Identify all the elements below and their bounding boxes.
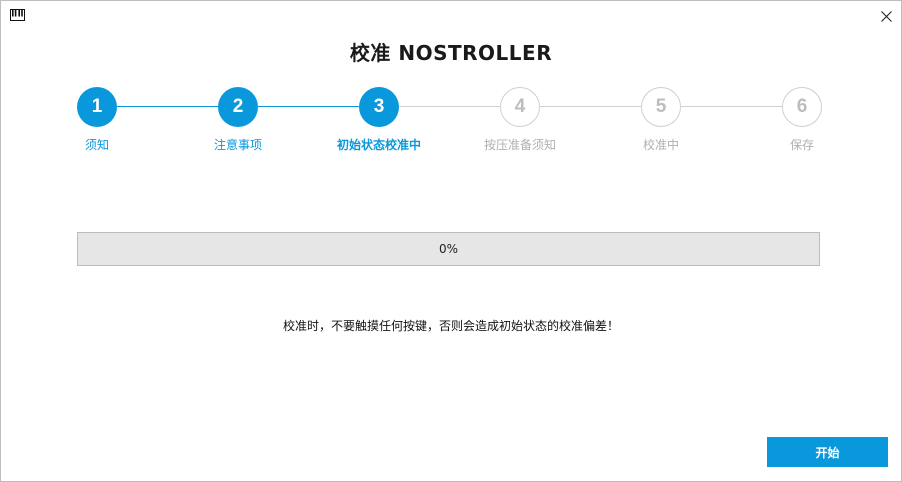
step-6-label: 保存 (789, 138, 814, 152)
calibration-progress-bar: 0% (77, 232, 820, 266)
step-1-label: 须知 (84, 138, 109, 152)
step-2-circle: 2 (218, 87, 258, 127)
step-connector (258, 106, 359, 107)
step-5-circle: 5 (641, 87, 681, 127)
step-5-label: 校准中 (642, 138, 679, 152)
step-4-label: 按压准备须知 (483, 138, 556, 152)
calibration-window: 校准 NOSTROLLER 1 须知 2 注意事项 3 初始状态校准中 4 按压准备须知 5 校准… (0, 0, 902, 482)
calibration-warning: 校准时，不要触摸任何按键，否则会造成初始状态的校准偏差！ (282, 319, 619, 333)
step-connector (540, 106, 641, 107)
step-6-circle: 6 (782, 87, 822, 127)
step-3-circle: 3 (359, 87, 399, 127)
step-indicator: 1 须知 2 注意事项 3 初始状态校准中 4 按压准备须知 5 校准中 6 保存 (1, 1, 901, 161)
step-connector (399, 106, 500, 107)
step-3-label: 初始状态校准中 (336, 138, 421, 152)
step-2-label: 注意事项 (213, 138, 262, 152)
step-4-circle: 4 (500, 87, 540, 127)
progress-percent: 0% (438, 242, 459, 256)
step-connector (117, 106, 218, 107)
step-1-circle: 1 (77, 87, 117, 127)
start-button[interactable]: 开始 (767, 437, 888, 467)
step-connector (681, 106, 782, 107)
